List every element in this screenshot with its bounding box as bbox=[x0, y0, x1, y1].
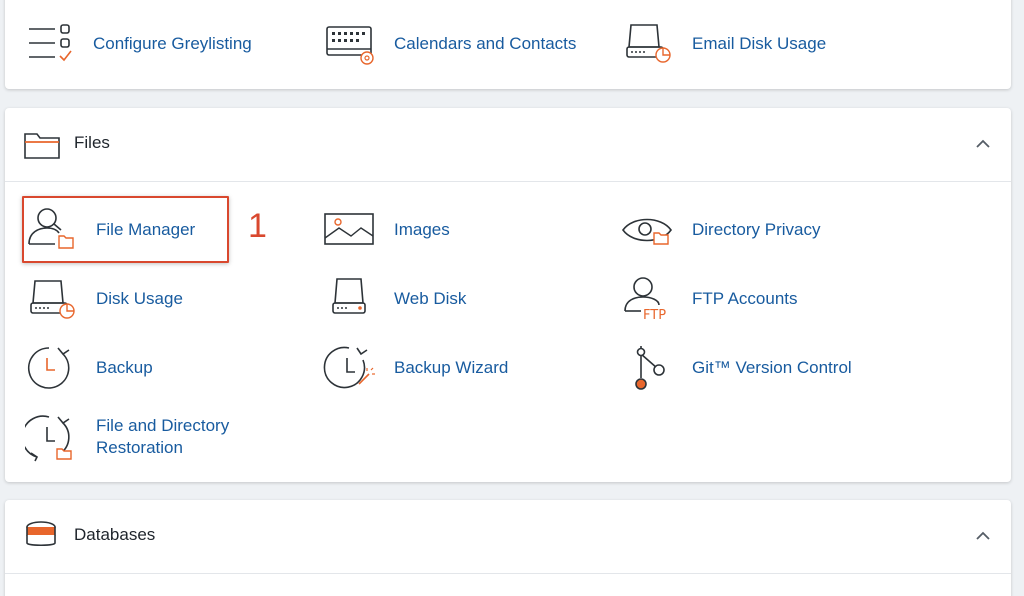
web-disk-label: Web Disk bbox=[394, 289, 467, 308]
drive-icon bbox=[332, 278, 366, 314]
eye-folder-icon bbox=[622, 218, 672, 245]
git-branch-icon bbox=[635, 346, 665, 390]
step-number-annotation: 1 bbox=[248, 207, 267, 245]
greylisting-list-icon bbox=[29, 24, 72, 62]
clock-wand-icon bbox=[323, 346, 375, 389]
disk-usage-label: Disk Usage bbox=[96, 289, 183, 308]
backup-wizard-label: Backup Wizard bbox=[394, 358, 509, 377]
email-panel: Configure Greylisting Calendars and Cont… bbox=[5, 0, 1011, 89]
files-panel-title: Files bbox=[74, 133, 110, 152]
database-icon bbox=[26, 521, 56, 547]
calendars-contacts-label: Calendars and Contacts bbox=[394, 34, 577, 53]
configure-greylisting-label: Configure Greylisting bbox=[93, 34, 252, 53]
svg-text:FTP: FTP bbox=[643, 308, 666, 321]
ftp-accounts-label: FTP Accounts bbox=[692, 289, 798, 308]
chevron-up-icon[interactable] bbox=[975, 528, 991, 544]
files-panel: Files File Manager Images Directory Priv… bbox=[5, 108, 1011, 482]
file-directory-restoration-label-line2: Restoration bbox=[96, 438, 183, 457]
email-disk-usage-label: Email Disk Usage bbox=[692, 34, 827, 53]
databases-panel-header[interactable]: Databases bbox=[5, 500, 1011, 574]
restore-clock-icon bbox=[25, 415, 72, 462]
file-manager-highlight-box bbox=[22, 196, 229, 263]
files-panel-header[interactable]: Files bbox=[5, 108, 1011, 182]
disk-usage-icon bbox=[30, 280, 75, 319]
databases-panel: Databases bbox=[5, 500, 1011, 596]
git-version-control-label: Git™ Version Control bbox=[692, 358, 852, 377]
backup-label: Backup bbox=[96, 358, 153, 377]
clock-arrow-icon bbox=[27, 347, 70, 389]
images-label: Images bbox=[394, 220, 450, 239]
databases-panel-title: Databases bbox=[74, 525, 156, 544]
calendar-at-icon bbox=[326, 26, 374, 65]
ftp-user-icon: FTP bbox=[624, 277, 666, 321]
image-icon bbox=[324, 213, 374, 245]
chevron-up-icon[interactable] bbox=[975, 136, 991, 152]
folder-icon bbox=[24, 133, 60, 159]
file-directory-restoration-label-line1: File and Directory bbox=[96, 416, 230, 435]
directory-privacy-label: Directory Privacy bbox=[692, 220, 821, 239]
disk-usage-icon bbox=[626, 24, 671, 63]
